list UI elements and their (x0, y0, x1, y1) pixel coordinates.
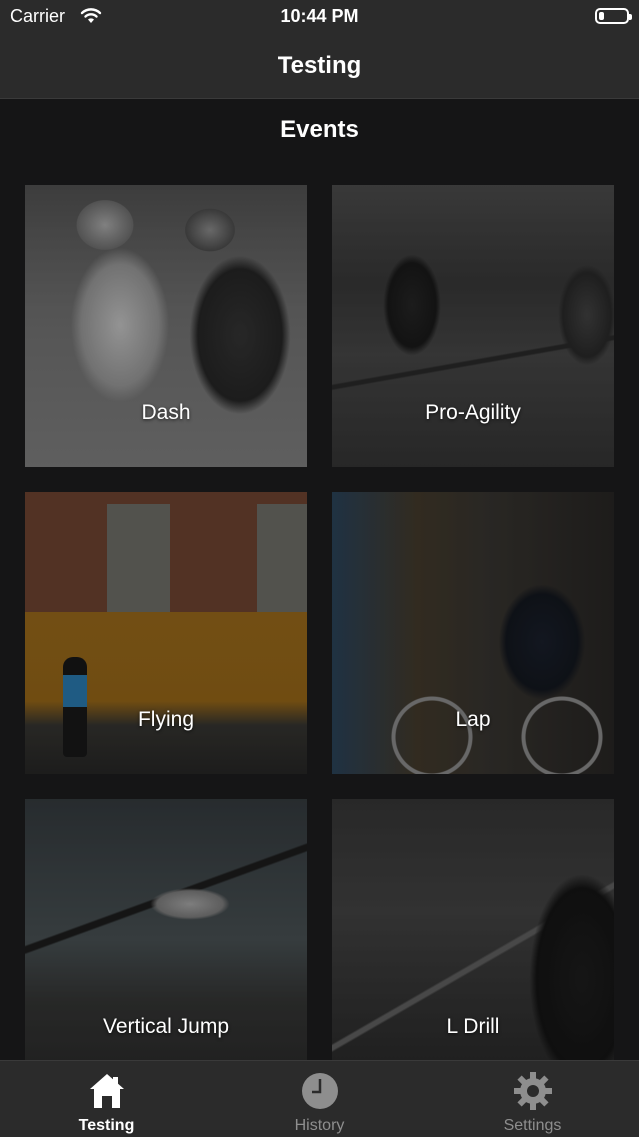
home-icon (89, 1074, 124, 1108)
event-tile-lap[interactable]: Lap (332, 492, 614, 774)
event-label: Dash (141, 401, 191, 424)
battery-level (599, 12, 604, 20)
tab-label: Settings (503, 1117, 562, 1134)
event-tile-dash[interactable]: Dash (25, 185, 307, 467)
nav-title: Testing (277, 52, 362, 79)
navigation-bar: Testing (0, 34, 639, 99)
battery-icon (595, 8, 632, 24)
section-title: Events (280, 116, 359, 143)
event-tile-l-drill[interactable]: L Drill (332, 799, 614, 1060)
tab-bar: Testing History Settings (0, 1060, 639, 1137)
clock-icon (301, 1073, 338, 1109)
tab-history[interactable]: History (213, 1061, 426, 1137)
event-label: Pro-Agility (425, 401, 521, 424)
status-bar: Carrier 10:44 PM (0, 0, 639, 34)
event-tile-flying[interactable]: Flying (25, 492, 307, 774)
event-tile-pro-agility[interactable]: Pro-Agility (332, 185, 614, 467)
gear-icon (513, 1072, 552, 1110)
event-label: L Drill (446, 1015, 500, 1038)
event-label: Flying (137, 708, 195, 731)
event-tile-vertical-jump[interactable]: Vertical Jump (25, 799, 307, 1060)
events-grid: Dash Pro-Agility Flying Lap Vertical Jum… (25, 185, 615, 1060)
clock-time: 10:44 PM (280, 6, 359, 26)
event-label: Vertical Jump (102, 1015, 230, 1038)
tab-settings[interactable]: Settings (426, 1061, 639, 1137)
event-label: Lap (455, 708, 491, 731)
tab-label: History (294, 1117, 345, 1134)
tab-testing[interactable]: Testing (0, 1061, 213, 1137)
tab-label: Testing (78, 1117, 135, 1134)
